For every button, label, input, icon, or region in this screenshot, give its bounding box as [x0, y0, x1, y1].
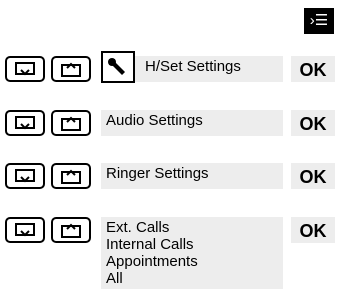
scroll-down-key[interactable] — [5, 110, 45, 136]
menu-item-label: Ringer Settings — [106, 165, 209, 182]
option-item[interactable]: Internal Calls — [106, 236, 194, 253]
scroll-up-key[interactable] — [51, 163, 91, 189]
scroll-up-key[interactable] — [51, 56, 91, 82]
scroll-down-icon — [15, 116, 35, 130]
scroll-up-icon — [61, 169, 81, 184]
scroll-down-icon — [15, 169, 35, 183]
scroll-up-icon — [61, 116, 81, 131]
option-item[interactable]: Ext. Calls — [106, 219, 169, 236]
ok-button[interactable]: OK — [291, 217, 335, 243]
option-item[interactable]: All — [106, 270, 123, 287]
ok-button[interactable]: OK — [291, 110, 335, 136]
menu-item-box[interactable]: Ringer Settings — [101, 163, 283, 189]
menu-key[interactable]: ›☰ — [304, 8, 334, 34]
menu-item-box[interactable]: Audio Settings — [101, 110, 283, 136]
options-list: Ext. Calls Internal Calls Appointments A… — [101, 217, 283, 289]
scroll-up-icon — [61, 62, 81, 77]
scroll-up-key[interactable] — [51, 110, 91, 136]
navigation-keys — [5, 56, 95, 82]
ok-button[interactable]: OK — [291, 56, 335, 82]
navigation-keys — [5, 163, 95, 189]
settings-wrench-icon — [101, 51, 135, 83]
option-item[interactable]: Appointments — [106, 253, 198, 270]
scroll-down-key[interactable] — [5, 56, 45, 82]
navigation-keys — [5, 110, 95, 136]
menu-icon: ›☰ — [309, 12, 329, 29]
menu-item-label: H/Set Settings — [145, 58, 241, 75]
scroll-up-key[interactable] — [51, 217, 91, 243]
scroll-up-icon — [61, 223, 81, 238]
menu-item-label: Audio Settings — [106, 112, 203, 129]
scroll-down-icon — [15, 223, 35, 237]
scroll-down-key[interactable] — [5, 217, 45, 243]
scroll-down-icon — [15, 62, 35, 76]
scroll-down-key[interactable] — [5, 163, 45, 189]
navigation-keys — [5, 217, 95, 243]
ok-button[interactable]: OK — [291, 163, 335, 189]
